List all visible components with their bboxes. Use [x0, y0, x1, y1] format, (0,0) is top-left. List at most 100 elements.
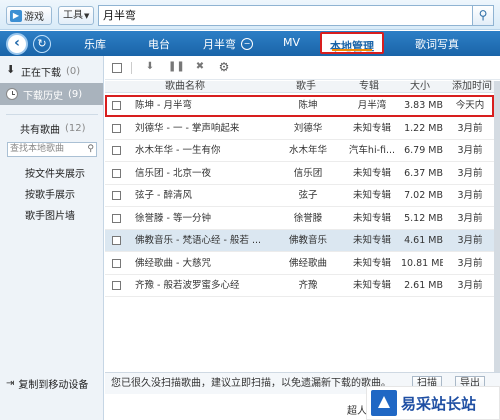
- song-size: 1.22 MB: [404, 122, 443, 134]
- song-album: 未知专辑: [352, 235, 391, 246]
- pause-icon[interactable]: ❚❚: [168, 60, 185, 74]
- back-button[interactable]: ‹: [6, 33, 28, 55]
- song-size: 5.12 MB: [404, 212, 443, 224]
- sidebar-item-label: 共有歌曲: [20, 124, 60, 136]
- row-checkbox[interactable]: [112, 236, 121, 245]
- col-song-name[interactable]: 歌曲名称: [165, 81, 205, 93]
- song-time: 3月前: [457, 257, 483, 269]
- tab-close-icon[interactable]: −: [241, 38, 253, 50]
- row-checkbox[interactable]: [112, 101, 121, 110]
- sidebar-item-count: (9): [68, 88, 83, 100]
- sidebar-item-shared[interactable]: 共有歌曲 (12): [14, 117, 100, 139]
- row-checkbox[interactable]: [112, 168, 121, 178]
- copy-to-device-button[interactable]: ⇥ 复制到移动设备: [6, 376, 88, 391]
- search-input[interactable]: 月半弯: [98, 5, 473, 26]
- refresh-button[interactable]: ↻: [33, 35, 51, 53]
- col-added-time[interactable]: 添加时间: [452, 81, 492, 93]
- sidebar-item-downloading[interactable]: 正在下载 (0): [0, 60, 103, 82]
- song-album: 未知专辑: [352, 257, 391, 269]
- song-album: 未知专辑: [352, 212, 391, 224]
- tab-library[interactable]: 乐库: [84, 36, 106, 52]
- clock-icon: [6, 88, 18, 100]
- select-all-checkbox[interactable]: [112, 63, 122, 73]
- download-icon: [6, 63, 16, 76]
- row-checkbox[interactable]: [112, 281, 121, 290]
- song-album: 未知专辑: [352, 167, 391, 179]
- tab-mv[interactable]: MV: [283, 36, 300, 49]
- song-album: 未知专辑: [352, 122, 391, 134]
- song-name: 陈坤 - 月半弯: [135, 100, 192, 111]
- tab-lyrics-photo[interactable]: 歌词写真: [415, 36, 459, 52]
- sidebar-item-count: (0): [66, 65, 81, 77]
- row-checkbox[interactable]: [112, 258, 121, 268]
- song-name: 弦子 - 醉清风: [135, 190, 192, 201]
- row-checkbox[interactable]: [112, 191, 121, 200]
- table-row[interactable]: 齐豫 - 般若波罗蜜多心经 齐豫 未知专辑 2.61 MB 3月前: [105, 275, 494, 297]
- song-singer: 水木年华: [288, 145, 327, 156]
- song-size: 2.61 MB: [404, 280, 443, 291]
- local-search-input[interactable]: 查找本地歌曲 ⚲: [7, 142, 97, 157]
- game-icon: ▶: [10, 9, 22, 22]
- song-album: 未知专辑: [352, 190, 391, 201]
- table-row[interactable]: 佛教音乐 - 梵语心经 - 般若 ... 佛教音乐 未知专辑 4.61 MB 3月前: [105, 230, 494, 252]
- watermark-text: 易采站长站: [401, 394, 477, 413]
- back-arrow-icon: ‹: [14, 35, 20, 51]
- song-time: 今天内: [455, 100, 485, 111]
- song-size: 7.02 MB: [404, 190, 443, 201]
- song-size: 4.61 MB: [404, 235, 443, 246]
- scroll-thumb[interactable]: [494, 81, 500, 381]
- toolbar: ⬇ ❚❚ ✖ ⚙: [105, 56, 500, 80]
- song-name: 水木年华 - 一生有你: [135, 145, 221, 156]
- sidebar-divider: [6, 114, 98, 115]
- chevron-down-icon: ▼: [84, 12, 90, 20]
- song-singer: 佛经歌曲: [288, 257, 327, 269]
- link-singer-photos[interactable]: 歌手图片墙: [25, 207, 75, 222]
- sidebar-item-label: 正在下载: [21, 67, 61, 79]
- delete-icon[interactable]: ✖: [193, 60, 207, 74]
- col-singer[interactable]: 歌手: [296, 81, 316, 93]
- link-by-singer[interactable]: 按歌手展示: [25, 186, 75, 201]
- table-row[interactable]: 佛经歌曲 - 大慈咒 佛经歌曲 未知专辑 10.81 MB 3月前: [105, 253, 494, 275]
- song-name: 徐誉滕 - 等一分钟: [135, 212, 211, 224]
- song-singer: 刘德华: [293, 122, 323, 134]
- game-label: 游戏: [24, 12, 44, 23]
- song-size: 3.83 MB: [404, 100, 443, 111]
- tab-radio[interactable]: 电台: [148, 36, 170, 52]
- device-icon: ⇥: [6, 378, 15, 389]
- col-size[interactable]: 大小: [410, 81, 430, 93]
- song-singer: 弦子: [298, 190, 318, 201]
- tab-local-manage[interactable]: 本地管理: [320, 32, 384, 54]
- tools-button[interactable]: 工具▼: [58, 6, 94, 25]
- search-button[interactable]: ⚲: [473, 5, 494, 26]
- search-icon: ⚲: [478, 8, 488, 22]
- sidebar-item-history[interactable]: 下载历史 (9): [0, 83, 103, 105]
- tab-now-playing[interactable]: 月半弯: [203, 36, 236, 52]
- scrollbar[interactable]: [494, 81, 500, 381]
- footer-text: 超人: [347, 406, 367, 417]
- sidebar: 正在下载 (0) 下载历史 (9) 共有歌曲 (12) 查找本地歌曲 ⚲ 按文件…: [0, 56, 104, 420]
- sidebar-item-label: 下载历史: [23, 90, 63, 102]
- song-singer: 徐誉滕: [293, 212, 323, 224]
- row-checkbox[interactable]: [112, 146, 121, 155]
- song-time: 3月前: [457, 167, 483, 179]
- table-header: 歌曲名称 歌手 专辑 大小 添加时间: [105, 81, 494, 93]
- song-time: 3月前: [457, 212, 483, 224]
- download-icon[interactable]: ⬇: [143, 60, 157, 74]
- table-row[interactable]: 弦子 - 醉清风 弦子 未知专辑 7.02 MB 3月前: [105, 185, 494, 207]
- table-row[interactable]: 徐誉滕 - 等一分钟 徐誉滕 未知专辑 5.12 MB 3月前: [105, 208, 494, 230]
- link-by-folder[interactable]: 按文件夹展示: [25, 165, 85, 180]
- song-name: 齐豫 - 般若波罗蜜多心经: [135, 280, 240, 291]
- table-row[interactable]: 陈坤 - 月半弯 陈坤 月半湾 3.83 MB 今天内: [105, 95, 494, 117]
- game-button[interactable]: ▶ 游戏: [6, 6, 52, 25]
- col-album[interactable]: 专辑: [359, 81, 379, 93]
- song-time: 3月前: [457, 190, 483, 201]
- table-row[interactable]: 信乐团 - 北京一夜 信乐团 未知专辑 6.37 MB 3月前: [105, 163, 494, 185]
- row-checkbox[interactable]: [112, 213, 121, 223]
- row-checkbox[interactable]: [112, 123, 121, 133]
- song-size: 6.79 MB: [404, 145, 443, 156]
- song-time: 3月前: [457, 280, 483, 291]
- table-row[interactable]: 水木年华 - 一生有你 水木年华 汽车hi-fi... 6.79 MB 3月前: [105, 140, 494, 162]
- table-row[interactable]: 刘德华 - 一 - 掌声响起来 刘德华 未知专辑 1.22 MB 3月前: [105, 118, 494, 140]
- song-time: 3月前: [457, 145, 483, 156]
- gear-icon[interactable]: ⚙: [217, 60, 231, 74]
